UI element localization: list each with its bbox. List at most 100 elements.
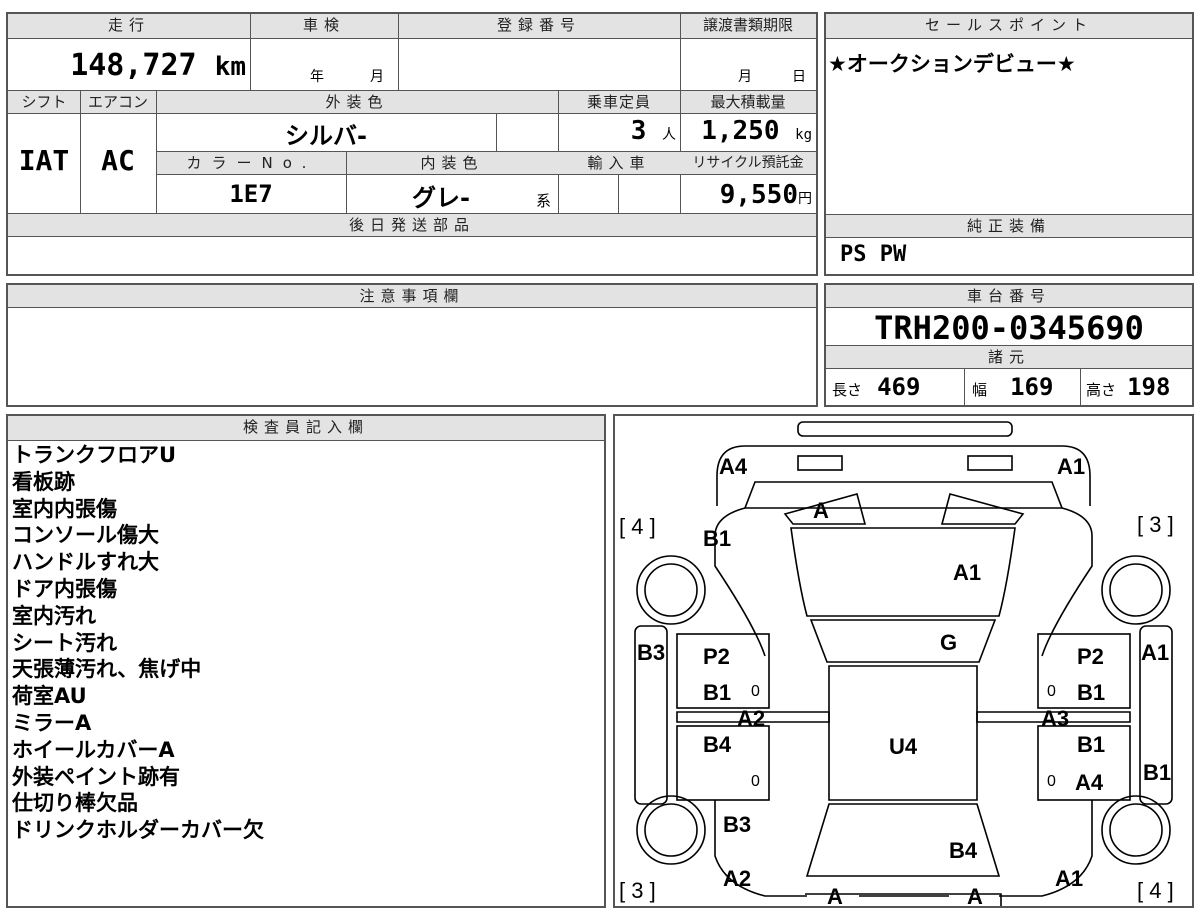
recycle-fee-number: 9,550 xyxy=(719,180,798,210)
notes-panel: 注意事項欄 xyxy=(6,283,818,407)
recycle-fee-unit: 円 xyxy=(798,191,812,207)
label-front-left-corner: A4 xyxy=(719,454,748,479)
inspection-header: 車検 xyxy=(250,14,398,38)
interior-color-value: グレ- xyxy=(412,184,470,212)
spec-width: 幅 169 xyxy=(972,373,1082,401)
chassis-specs-panel: 車台番号 TRH200-0345690 諸元 長さ 469 幅 169 高さ 1… xyxy=(824,283,1194,407)
label-left-side: B3 xyxy=(637,640,665,665)
list-item: 天張薄汚れ、焦げ中 xyxy=(12,657,202,682)
mileage-header: 走行 xyxy=(8,14,250,38)
label-bumper-left: A xyxy=(827,884,843,906)
interior-color-header: 内装色 xyxy=(346,152,558,174)
mileage-number: 148,727 xyxy=(70,48,197,83)
label-bracket-right-bottom: [ 4 ] xyxy=(1137,878,1174,903)
sales-point-panel: セールスポイント ★オークションデビュー★ 純正装備 PS PW xyxy=(824,12,1194,276)
remarks-list: トランクフロアU 看板跡 室内内張傷 コンソール傷大 ハンドルすれ大 ドア内張傷… xyxy=(12,442,264,844)
inspection-month-unit: 月 xyxy=(370,69,384,85)
label-bumper-right: A xyxy=(967,884,983,906)
list-item: ドリンクホルダーカバー欠 xyxy=(12,818,264,843)
label-right-door-b1b: B1 xyxy=(1077,732,1105,757)
recycle-fee-header: リサイクル預託金 xyxy=(680,152,816,174)
label-left-rear-fender: B3 xyxy=(723,812,751,837)
color-no-value: 1E7 xyxy=(229,180,273,208)
aircon-header: エアコン xyxy=(80,91,156,113)
damage-diagram-panel: A4 A1 A [ 4 ] [ 3 ] B1 A1 G B3 A1 P2 B1 … xyxy=(613,414,1194,908)
label-left-door-b4: B4 xyxy=(703,732,732,757)
label-left-door-zero2: 0 xyxy=(751,773,760,790)
label-rear-left-corner: A2 xyxy=(723,866,751,891)
recycle-fee-value: 9,550円 xyxy=(680,180,812,210)
chassis-value: TRH200-0345690 xyxy=(874,309,1144,347)
spec-length: 長さ 469 xyxy=(832,373,962,401)
list-item: 仕切り棒欠品 xyxy=(12,791,138,816)
factory-equipment-header: 純正装備 xyxy=(826,215,1192,237)
spec-height-label: 高さ xyxy=(1086,381,1117,399)
later-parts-header: 後日発送部品 xyxy=(8,214,816,236)
label-rear-right-corner: A1 xyxy=(1055,866,1083,891)
max-load-value: 1,250 kg xyxy=(680,116,812,146)
spec-width-value: 169 xyxy=(1010,373,1054,401)
label-roof-center: U4 xyxy=(889,734,918,759)
label-roof-front: G xyxy=(940,630,957,655)
interior-color-suffix: 系 xyxy=(536,192,552,210)
label-right-side: A1 xyxy=(1141,640,1169,665)
exterior-color-value: シルバ- xyxy=(285,122,367,150)
label-bracket-left-bottom: [ 3 ] xyxy=(619,878,656,903)
notes-header: 注意事項欄 xyxy=(8,285,816,307)
import-car-header: 輸入車 xyxy=(558,152,680,174)
shift-header: シフト xyxy=(8,91,80,113)
label-left-sill: A2 xyxy=(737,706,765,731)
spec-width-label: 幅 xyxy=(972,381,988,399)
sales-point-header: セールスポイント xyxy=(826,14,1192,38)
chassis-header: 車台番号 xyxy=(826,285,1192,307)
specs-header: 諸元 xyxy=(826,346,1192,368)
list-item: 荷室AU xyxy=(12,684,87,709)
registration-header: 登録番号 xyxy=(398,14,680,38)
shift-value: IAT xyxy=(18,144,70,177)
vehicle-info-table: 走行 車検 登録番号 譲渡書類期限 148,727 km 年 月 月 日 シフト… xyxy=(6,12,818,276)
label-bracket-right: [ 3 ] xyxy=(1137,512,1174,537)
label-right-door-zero2: 0 xyxy=(1047,773,1056,790)
capacity-unit: 人 xyxy=(662,127,676,143)
label-right-door-a4: A4 xyxy=(1075,770,1104,795)
exterior-color-header: 外装色 xyxy=(156,91,558,113)
label-left-door-b1: B1 xyxy=(703,680,731,705)
inspector-remarks-header: 検査員記入欄 xyxy=(8,416,604,440)
label-windshield-top: A xyxy=(813,498,829,523)
inspector-remarks-panel: 検査員記入欄 トランクフロアU 看板跡 室内内張傷 コンソール傷大 ハンドルすれ… xyxy=(6,414,606,908)
factory-equipment-value: PS PW xyxy=(840,242,907,267)
label-right-sill: A3 xyxy=(1041,706,1069,731)
label-windshield: A1 xyxy=(953,560,981,585)
label-right-door-p2: P2 xyxy=(1077,644,1104,669)
aircon-value: AC xyxy=(101,144,135,177)
spec-length-value: 469 xyxy=(877,373,921,401)
vehicle-diagram: A4 A1 A [ 4 ] [ 3 ] B1 A1 G B3 A1 P2 B1 … xyxy=(619,421,1174,906)
label-left-door-zero1: 0 xyxy=(751,683,760,700)
max-load-number: 1,250 xyxy=(701,116,780,146)
list-item: シート汚れ xyxy=(12,630,117,655)
list-item: 外装ペイント跡有 xyxy=(12,764,180,789)
sales-point-value: ★オークションデビュー★ xyxy=(828,52,1076,76)
label-right-side-lower: B1 xyxy=(1143,760,1171,785)
label-right-door-b1: B1 xyxy=(1077,680,1105,705)
color-no-header: カラーNo. xyxy=(157,152,346,174)
list-item: コンソール傷大 xyxy=(12,523,159,548)
label-bracket-left: [ 4 ] xyxy=(619,514,656,539)
list-item: ミラーA xyxy=(12,710,92,735)
spec-height: 高さ 198 xyxy=(1086,373,1192,401)
max-load-unit: kg xyxy=(795,127,812,143)
transfer-deadline-header: 譲渡書類期限 xyxy=(680,14,816,38)
capacity-header: 乗車定員 xyxy=(558,91,680,113)
spec-length-label: 長さ xyxy=(832,381,863,399)
spec-height-value: 198 xyxy=(1127,373,1171,401)
list-item: 室内汚れ xyxy=(12,603,96,628)
label-left-front-fender: B1 xyxy=(703,526,731,551)
mileage-unit: km xyxy=(214,52,246,82)
max-load-header: 最大積載量 xyxy=(680,91,816,113)
inspection-year-unit: 年 xyxy=(310,69,324,85)
deadline-day-unit: 日 xyxy=(792,69,806,85)
label-front-right-corner: A1 xyxy=(1057,454,1085,479)
list-item: ドア内張傷 xyxy=(12,576,117,601)
label-right-door-zero1: 0 xyxy=(1047,683,1056,700)
list-item: 室内内張傷 xyxy=(12,496,117,521)
